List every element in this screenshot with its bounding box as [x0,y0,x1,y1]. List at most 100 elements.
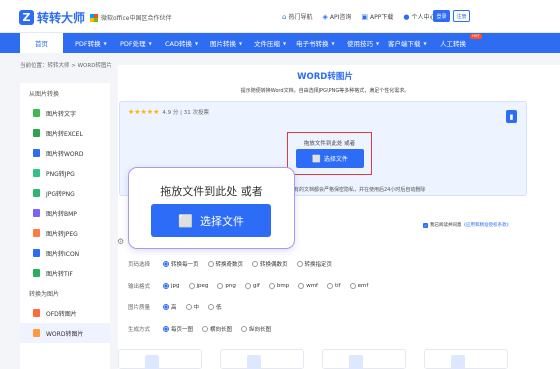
radio-option[interactable]: 低 [208,303,222,311]
partner-badge: 微软office中国区合作伙伴 [90,13,171,22]
radio-button[interactable] [252,261,259,267]
gear-icon[interactable]: ⚙ [117,237,124,246]
radio-option[interactable]: 转换每一页 [163,260,199,268]
feature-card[interactable] [322,349,406,369]
radio-option[interactable]: 转换指定页 [296,260,332,268]
radio-label: 低 [216,305,222,311]
radio-option[interactable]: jpg [163,283,180,289]
sidebar-item[interactable]: 图片转EXCEL [20,123,110,143]
radio-option[interactable]: 转换偶数页 [252,260,288,268]
radio-button[interactable] [208,304,215,310]
radio-button[interactable] [207,261,214,267]
drop-zone-highlight[interactable]: 拖放文件到此处 或者 ⬜ 选择文件 [287,132,372,175]
radio-option[interactable]: 每页一图 [163,325,193,333]
logo-icon: Z [19,10,34,25]
file-type-icon [33,309,40,317]
sidebar-item[interactable]: 图片转JPEG [20,223,110,243]
nav-item[interactable]: 人工转换 [440,33,466,53]
radio-option[interactable]: 高 [163,303,177,311]
feature-card[interactable] [118,349,202,369]
radio-button[interactable] [188,283,195,289]
partner-text: 微软office中国区合作伙伴 [101,15,172,22]
page-subtitle: 提示随便转换Word文档，自由选择JPG\PNG等多种格式，满足个性化需求。 [240,88,410,94]
feature-icon [247,355,261,369]
nav-item[interactable]: 文件压缩 ▼ [254,33,286,53]
agreement[interactable]: ✓ 我已阅读并同意 《应用和精准授权条款》 [423,222,511,228]
chevron-down-icon: ▼ [423,40,427,46]
radio-button[interactable] [202,326,209,332]
radio-option[interactable]: png [217,283,236,289]
zoom-select-file-button[interactable]: ⬜ 选择文件 [151,204,271,237]
file-type-icon [33,329,40,337]
select-file-button[interactable]: ⬜ 选择文件 [296,149,364,168]
radio-option[interactable]: emf [349,283,368,289]
radio-button[interactable] [163,283,169,289]
top-link[interactable]: ▣ APP下载 [361,12,393,22]
register-button[interactable]: 注册 [453,10,470,22]
radio-button[interactable] [327,283,333,289]
main-nav: HOT 首页 PDF转换 ▼ PDF处理 ▼ CAD转换 ▼ 图片转换 ▼ 文件压缩 ▼ 电子书转换 ▼… [0,33,560,53]
sidebar-item[interactable]: 图片转TIF [20,263,110,283]
nav-item[interactable]: 图片转换 ▼ [210,33,242,53]
radio-option[interactable]: 中 [185,303,199,311]
radio-button[interactable] [298,283,305,289]
top-bar: Z 转转大师 微软office中国区合作伙伴 ⌂ 热门导航 ◈ API咨询 ▣ APP下载… [0,0,560,33]
radio-option[interactable]: wmf [298,283,318,289]
sidebar-group-title: 从图片转换 [29,90,60,98]
radio-button[interactable] [163,326,169,332]
nav-item[interactable]: CAD转换 ▼ [165,33,198,53]
sidebar-item-label: 图片转EXCEL [46,130,83,138]
radio-button[interactable] [349,283,356,289]
sidebar-item[interactable]: WORD转图片 [20,323,110,343]
radio-option[interactable]: jpeg [188,283,208,289]
radio-option[interactable]: bmp [268,283,289,289]
nav-item[interactable]: 首页 [20,33,63,53]
radio-button[interactable] [163,304,169,310]
nav-item[interactable]: 电子书转换 ▼ [296,33,335,53]
nav-item[interactable]: 使用技巧 ▼ [347,33,379,53]
sidebar-item[interactable]: OFD转图片 [20,303,110,323]
radio-button[interactable] [296,261,303,267]
sidebar-item[interactable]: 图片转文字 [20,103,110,123]
sidebar-item[interactable]: 图片转ICON [20,243,110,263]
radio-button[interactable] [185,304,192,310]
terms-link[interactable]: 《应用和精准授权条款》 [462,222,512,228]
radio-option[interactable]: 横向长图 [202,325,232,333]
top-link[interactable]: ◈ API咨询 [322,12,351,22]
sidebar-item[interactable]: 图片转BMP [20,203,110,223]
hot-badge: HOT [470,34,482,39]
sidebar-item[interactable]: PNG转JPG [20,163,110,183]
sidebar-item-label: 图片转BMP [46,210,77,218]
checkbox-icon[interactable]: ✓ [423,222,428,228]
nav-item[interactable]: 客户端下载 ▼ [388,33,427,53]
radio-button[interactable] [163,261,169,267]
logo[interactable]: Z 转转大师 [19,9,85,26]
radio-button[interactable] [268,283,275,289]
nav-item[interactable]: PDF转换 ▼ [75,33,107,53]
drop-hint: 拖放文件到此处 或者 [303,141,356,147]
radio-button[interactable] [217,283,224,289]
top-link[interactable]: ⌂ 热门导航 [282,12,312,22]
sidebar-item[interactable]: 图片转WORD [20,143,110,163]
bookmark-button[interactable]: ▮ [506,110,517,123]
login-button[interactable]: 登录 [433,10,450,22]
nav-item-label: 客户端下载 [388,40,421,48]
radio-option[interactable]: 纵向长图 [241,325,271,333]
top-link[interactable]: ● 个人中心 [403,12,435,22]
sidebar-item[interactable]: JPG转PNG [20,183,110,203]
nav-item-label: 电子书转换 [296,40,329,48]
top-links: ⌂ 热门导航 ◈ API咨询 ▣ APP下载 ● 个人中心 [282,12,445,22]
feature-card[interactable] [220,349,304,369]
sidebar-item-label: 图片转JPEG [46,230,78,238]
home-icon: ⌂ [282,12,287,21]
radio-option[interactable]: tif [327,283,341,289]
radio-button[interactable] [244,283,251,289]
option-row: 页码选择 转换每一页 转换奇数页 转换偶数页 转换指定页 [128,259,341,269]
radio-button[interactable] [241,326,248,332]
chevron-down-icon: ▼ [331,40,335,46]
radio-option[interactable]: gif [244,283,260,289]
nav-item[interactable]: PDF处理 ▼ [120,33,152,53]
feature-card[interactable] [424,349,508,369]
radio-option[interactable]: 转换奇数页 [207,260,243,268]
chevron-down-icon: ▼ [103,40,107,46]
